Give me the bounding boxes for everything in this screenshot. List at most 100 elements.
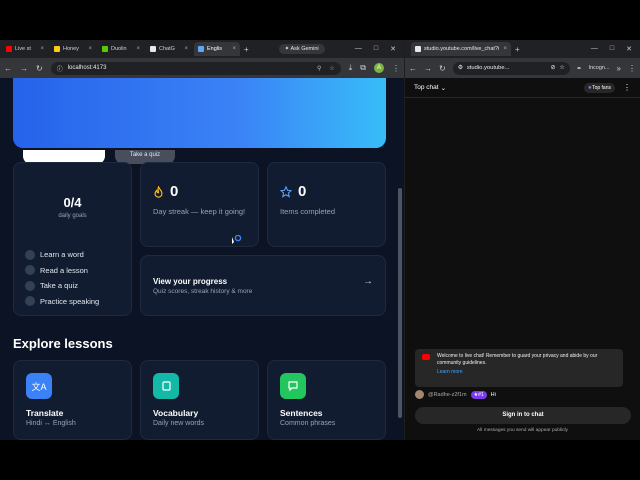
youtube-icon <box>6 46 12 52</box>
close-window-icon[interactable]: ✕ <box>390 45 396 53</box>
tab-bar: studio.youtube.com/live_chat?i × + — □ ✕ <box>405 40 640 58</box>
close-icon[interactable]: × <box>232 46 236 52</box>
checkbox-icon[interactable] <box>25 280 35 291</box>
daily-goals-card: 0/4 daily goals Learn a word Read a less… <box>13 162 132 316</box>
close-window-icon[interactable]: ✕ <box>626 45 632 53</box>
hero-banner <box>13 78 386 148</box>
bookmark-star-icon[interactable]: ☆ <box>559 65 564 71</box>
welcome-banner: Welcome to live chat! Remember to guard … <box>415 349 623 387</box>
tab-label: Live st <box>15 46 31 52</box>
youtube-icon <box>422 354 430 360</box>
maximize-icon[interactable]: □ <box>610 45 614 53</box>
new-tab-button[interactable]: + <box>515 45 520 54</box>
goal-item[interactable]: Learn a word <box>25 247 99 263</box>
screen: Live st × Honey × Duolin × ChatG × Englis × +… <box>0 40 640 440</box>
profile-avatar[interactable]: A <box>374 63 384 73</box>
chatgpt-icon <box>150 46 156 52</box>
checkbox-icon[interactable] <box>25 265 35 276</box>
streak-count: 0 <box>170 183 179 200</box>
ask-gemini-button[interactable]: ✦ Ask Gemini <box>278 44 325 54</box>
tab-label: studio.youtube.com/live_chat?i <box>424 46 500 52</box>
book-icon <box>153 373 179 399</box>
site-info-icon[interactable]: ⚙ <box>458 65 463 71</box>
lesson-subtitle: Hindi ↔ English <box>26 420 76 427</box>
lesson-card-sentences[interactable]: Sentences Common phrases <box>267 360 386 440</box>
menu-kebab-icon[interactable]: ⋮ <box>628 64 636 73</box>
translate-icon: 文A <box>26 373 52 399</box>
maximize-icon[interactable]: □ <box>374 45 378 53</box>
lesson-title: Translate <box>26 408 64 418</box>
tab-english[interactable]: Englis × <box>194 42 240 56</box>
tab-label: Duolin <box>111 46 127 52</box>
avatar[interactable] <box>415 390 424 399</box>
lesson-card-translate[interactable]: 文A Translate Hindi ↔ English <box>13 360 132 440</box>
lesson-title: Vocabulary <box>153 408 199 418</box>
goal-item[interactable]: Take a quiz <box>25 278 99 294</box>
chevron-down-icon[interactable]: ⌄ <box>441 84 446 92</box>
tab-live-studio[interactable]: Live st × <box>2 42 48 56</box>
top-fans-button[interactable]: ★Top fans <box>583 82 615 93</box>
goal-item[interactable]: Practice speaking <box>25 294 99 310</box>
zoom-icon[interactable]: ⚲ <box>317 65 321 72</box>
lesson-subtitle: Common phrases <box>280 420 336 427</box>
sign-in-button[interactable]: Sign in to chat <box>415 407 631 424</box>
menu-kebab-icon[interactable]: ⋮ <box>392 64 400 73</box>
flame-icon <box>154 185 163 198</box>
url-field[interactable]: ⓘ localhost:4173 ⚲ ☆ <box>50 61 341 75</box>
honey-icon <box>54 46 60 52</box>
view-progress-card[interactable]: View your progress Quiz scores, streak h… <box>140 255 386 316</box>
checkbox-icon[interactable] <box>25 296 35 307</box>
duolingo-icon <box>102 46 108 52</box>
close-icon[interactable]: × <box>136 46 140 52</box>
streak-label: Day streak — keep it going! <box>153 207 246 216</box>
tab-youtube-live-chat[interactable]: studio.youtube.com/live_chat?i × <box>411 42 511 56</box>
extensions-icon[interactable]: ⧉ <box>360 63 366 73</box>
site-info-icon[interactable]: ⓘ <box>57 64 63 73</box>
incognito-icon: ◓ <box>576 63 582 73</box>
globe-icon <box>415 46 421 52</box>
scrollbar[interactable] <box>398 188 402 418</box>
goal-label: Learn a word <box>40 250 84 260</box>
chevron-right-icon[interactable]: » <box>617 64 621 73</box>
checkbox-icon[interactable] <box>25 249 35 260</box>
goals-count: 0/4 <box>63 195 82 210</box>
close-icon[interactable]: × <box>503 46 507 52</box>
back-icon[interactable]: ← <box>409 64 417 73</box>
learn-more-link[interactable]: Learn more <box>437 369 617 376</box>
chat-message: @Radhe-z2f1m ★#1 Hi <box>415 390 496 399</box>
lesson-card-vocabulary[interactable]: Vocabulary Daily new words <box>140 360 259 440</box>
tab-honey[interactable]: Honey × <box>50 42 96 56</box>
progress-subtitle: Quiz scores, streak history & more <box>153 288 253 295</box>
forward-icon[interactable]: → <box>424 64 432 73</box>
eye-off-icon[interactable]: ⊘ <box>551 65 556 71</box>
loading-cursor-icon <box>232 235 242 244</box>
url-text: studio.youtube... <box>466 65 510 71</box>
minimize-icon[interactable]: — <box>355 45 362 53</box>
address-bar: ← → ↻ ⚙ studio.youtube... ⊘ ☆ ◓ Incogn..… <box>405 58 640 78</box>
reload-icon[interactable]: ↻ <box>36 64 43 73</box>
reload-icon[interactable]: ↻ <box>439 64 446 73</box>
chat-menu-icon[interactable]: ⋮ <box>623 83 631 92</box>
download-icon[interactable]: ⤓ <box>349 63 353 73</box>
lesson-title: Sentences <box>280 408 323 418</box>
goal-label: Take a quiz <box>40 281 78 291</box>
bookmark-star-icon[interactable]: ☆ <box>329 65 334 72</box>
new-tab-button[interactable]: + <box>244 45 249 54</box>
forward-icon[interactable]: → <box>20 64 28 73</box>
explore-title: Explore lessons <box>13 336 113 351</box>
top-fans-label: Top fans <box>592 84 611 91</box>
close-icon[interactable]: × <box>40 46 44 52</box>
close-icon[interactable]: × <box>88 46 92 52</box>
tab-chatgpt[interactable]: ChatG × <box>146 42 192 56</box>
close-icon[interactable]: × <box>184 46 188 52</box>
tab-duolingo[interactable]: Duolin × <box>98 42 144 56</box>
message-author[interactable]: @Radhe-z2f1m <box>428 392 467 398</box>
goal-label: Practice speaking <box>40 296 100 306</box>
tab-bar: Live st × Honey × Duolin × ChatG × Englis × +… <box>0 40 404 58</box>
minimize-icon[interactable]: — <box>591 45 598 53</box>
back-icon[interactable]: ← <box>4 64 12 73</box>
chat-mode-dropdown[interactable]: Top chat <box>414 84 439 91</box>
url-field[interactable]: ⚙ studio.youtube... ⊘ ☆ <box>452 61 570 75</box>
completed-label: Items completed <box>280 207 336 216</box>
goal-item[interactable]: Read a lesson <box>25 263 99 279</box>
